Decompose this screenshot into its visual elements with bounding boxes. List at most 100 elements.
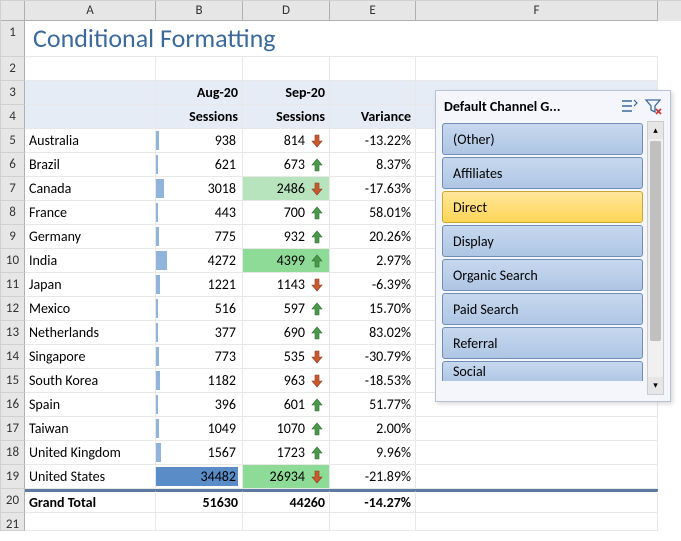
column-header[interactable]: A	[25, 1, 156, 21]
aug-sessions-cell[interactable]: 938	[156, 129, 243, 153]
aug-sessions-cell[interactable]: 443	[156, 201, 243, 225]
country-cell[interactable]: South Korea	[25, 369, 156, 393]
slicer-item[interactable]: Organic Search	[442, 259, 643, 291]
row-header[interactable]: 1	[1, 21, 25, 57]
aug-sessions-cell[interactable]: 516	[156, 297, 243, 321]
aug-sessions-cell[interactable]: 1567	[156, 441, 243, 465]
aug-sessions-cell[interactable]: 1221	[156, 273, 243, 297]
row-header[interactable]: 3	[1, 81, 25, 105]
sep-sessions-cell[interactable]: 26934	[243, 465, 330, 489]
row-header[interactable]: 5	[1, 129, 25, 153]
row-header[interactable]: 17	[1, 417, 25, 441]
sep-sessions-cell[interactable]: 1070	[243, 417, 330, 441]
country-cell[interactable]: Japan	[25, 273, 156, 297]
header-cell[interactable]: Sessions	[243, 105, 330, 129]
variance-cell[interactable]: 2.97%	[330, 249, 416, 273]
sep-sessions-cell[interactable]: 700	[243, 201, 330, 225]
aug-sessions-cell[interactable]: 396	[156, 393, 243, 417]
sep-sessions-cell[interactable]: 814	[243, 129, 330, 153]
variance-cell[interactable]: 2.00%	[330, 417, 416, 441]
blank-cell[interactable]	[416, 21, 658, 57]
country-cell[interactable]: Canada	[25, 177, 156, 201]
aug-sessions-cell[interactable]: 34482	[156, 465, 243, 489]
row-header[interactable]: 8	[1, 201, 25, 225]
header-cell[interactable]	[25, 81, 156, 105]
header-cell[interactable]: Aug-20	[156, 81, 243, 105]
total-aug[interactable]: 51630	[156, 491, 243, 513]
column-header[interactable]: B	[156, 1, 243, 21]
country-cell[interactable]: Netherlands	[25, 321, 156, 345]
row-header[interactable]: 6	[1, 153, 25, 177]
header-cell[interactable]	[330, 81, 416, 105]
multi-select-icon[interactable]	[620, 97, 638, 115]
scroll-thumb[interactable]	[650, 141, 661, 341]
aug-sessions-cell[interactable]: 3018	[156, 177, 243, 201]
variance-cell[interactable]: -30.79%	[330, 345, 416, 369]
aug-sessions-cell[interactable]: 773	[156, 345, 243, 369]
country-cell[interactable]: Germany	[25, 225, 156, 249]
blank-cell[interactable]	[416, 417, 658, 441]
column-header[interactable]: F	[416, 1, 658, 21]
row-header[interactable]: 11	[1, 273, 25, 297]
aug-sessions-cell[interactable]: 4272	[156, 249, 243, 273]
country-cell[interactable]: Singapore	[25, 345, 156, 369]
country-cell[interactable]: France	[25, 201, 156, 225]
blank-cell[interactable]	[416, 465, 658, 489]
sep-sessions-cell[interactable]: 963	[243, 369, 330, 393]
variance-cell[interactable]: 51.77%	[330, 393, 416, 417]
sep-sessions-cell[interactable]: 601	[243, 393, 330, 417]
row-header[interactable]: 15	[1, 369, 25, 393]
row-header[interactable]: 7	[1, 177, 25, 201]
total-variance[interactable]: -14.27%	[330, 491, 416, 513]
slicer-item[interactable]: Direct	[442, 191, 643, 223]
blank-cell[interactable]	[25, 513, 156, 531]
total-label[interactable]: Grand Total	[25, 491, 156, 513]
country-cell[interactable]: India	[25, 249, 156, 273]
slicer-item[interactable]: Display	[442, 225, 643, 257]
variance-cell[interactable]: 83.02%	[330, 321, 416, 345]
aug-sessions-cell[interactable]: 775	[156, 225, 243, 249]
blank-cell[interactable]	[330, 513, 416, 531]
aug-sessions-cell[interactable]: 1049	[156, 417, 243, 441]
sep-sessions-cell[interactable]: 673	[243, 153, 330, 177]
total-sep[interactable]: 44260	[243, 491, 330, 513]
variance-cell[interactable]: -6.39%	[330, 273, 416, 297]
header-cell[interactable]: Sessions	[156, 105, 243, 129]
sep-sessions-cell[interactable]: 2486	[243, 177, 330, 201]
sep-sessions-cell[interactable]: 690	[243, 321, 330, 345]
row-header[interactable]: 18	[1, 441, 25, 465]
blank-cell[interactable]	[243, 513, 330, 531]
row-header[interactable]: 21	[1, 513, 25, 531]
variance-cell[interactable]: -21.89%	[330, 465, 416, 489]
blank-cell[interactable]	[25, 57, 156, 81]
blank-cell[interactable]	[416, 491, 658, 513]
country-cell[interactable]: Spain	[25, 393, 156, 417]
country-cell[interactable]: Taiwan	[25, 417, 156, 441]
blank-cell[interactable]	[416, 441, 658, 465]
header-cell[interactable]	[25, 105, 156, 129]
country-cell[interactable]: Mexico	[25, 297, 156, 321]
row-header[interactable]: 14	[1, 345, 25, 369]
sep-sessions-cell[interactable]: 597	[243, 297, 330, 321]
variance-cell[interactable]: -13.22%	[330, 129, 416, 153]
row-header[interactable]: 10	[1, 249, 25, 273]
column-header[interactable]: D	[243, 1, 330, 21]
aug-sessions-cell[interactable]: 377	[156, 321, 243, 345]
scroll-down-button[interactable]: ▾	[648, 377, 663, 394]
variance-cell[interactable]: -18.53%	[330, 369, 416, 393]
header-cell[interactable]: Sep-20	[243, 81, 330, 105]
country-cell[interactable]: Brazil	[25, 153, 156, 177]
title-cell[interactable]: Conditional Formatting	[25, 21, 416, 57]
clear-filter-icon[interactable]	[644, 97, 662, 115]
variance-cell[interactable]: -17.63%	[330, 177, 416, 201]
column-header[interactable]: E	[330, 1, 416, 21]
row-header[interactable]: 4	[1, 105, 25, 129]
row-header[interactable]: 19	[1, 465, 25, 489]
slicer-item[interactable]: Affiliates	[442, 157, 643, 189]
variance-cell[interactable]: 58.01%	[330, 201, 416, 225]
blank-cell[interactable]	[416, 57, 658, 81]
blank-cell[interactable]	[156, 513, 243, 531]
sep-sessions-cell[interactable]: 1143	[243, 273, 330, 297]
row-header[interactable]: 13	[1, 321, 25, 345]
sep-sessions-cell[interactable]: 4399	[243, 249, 330, 273]
